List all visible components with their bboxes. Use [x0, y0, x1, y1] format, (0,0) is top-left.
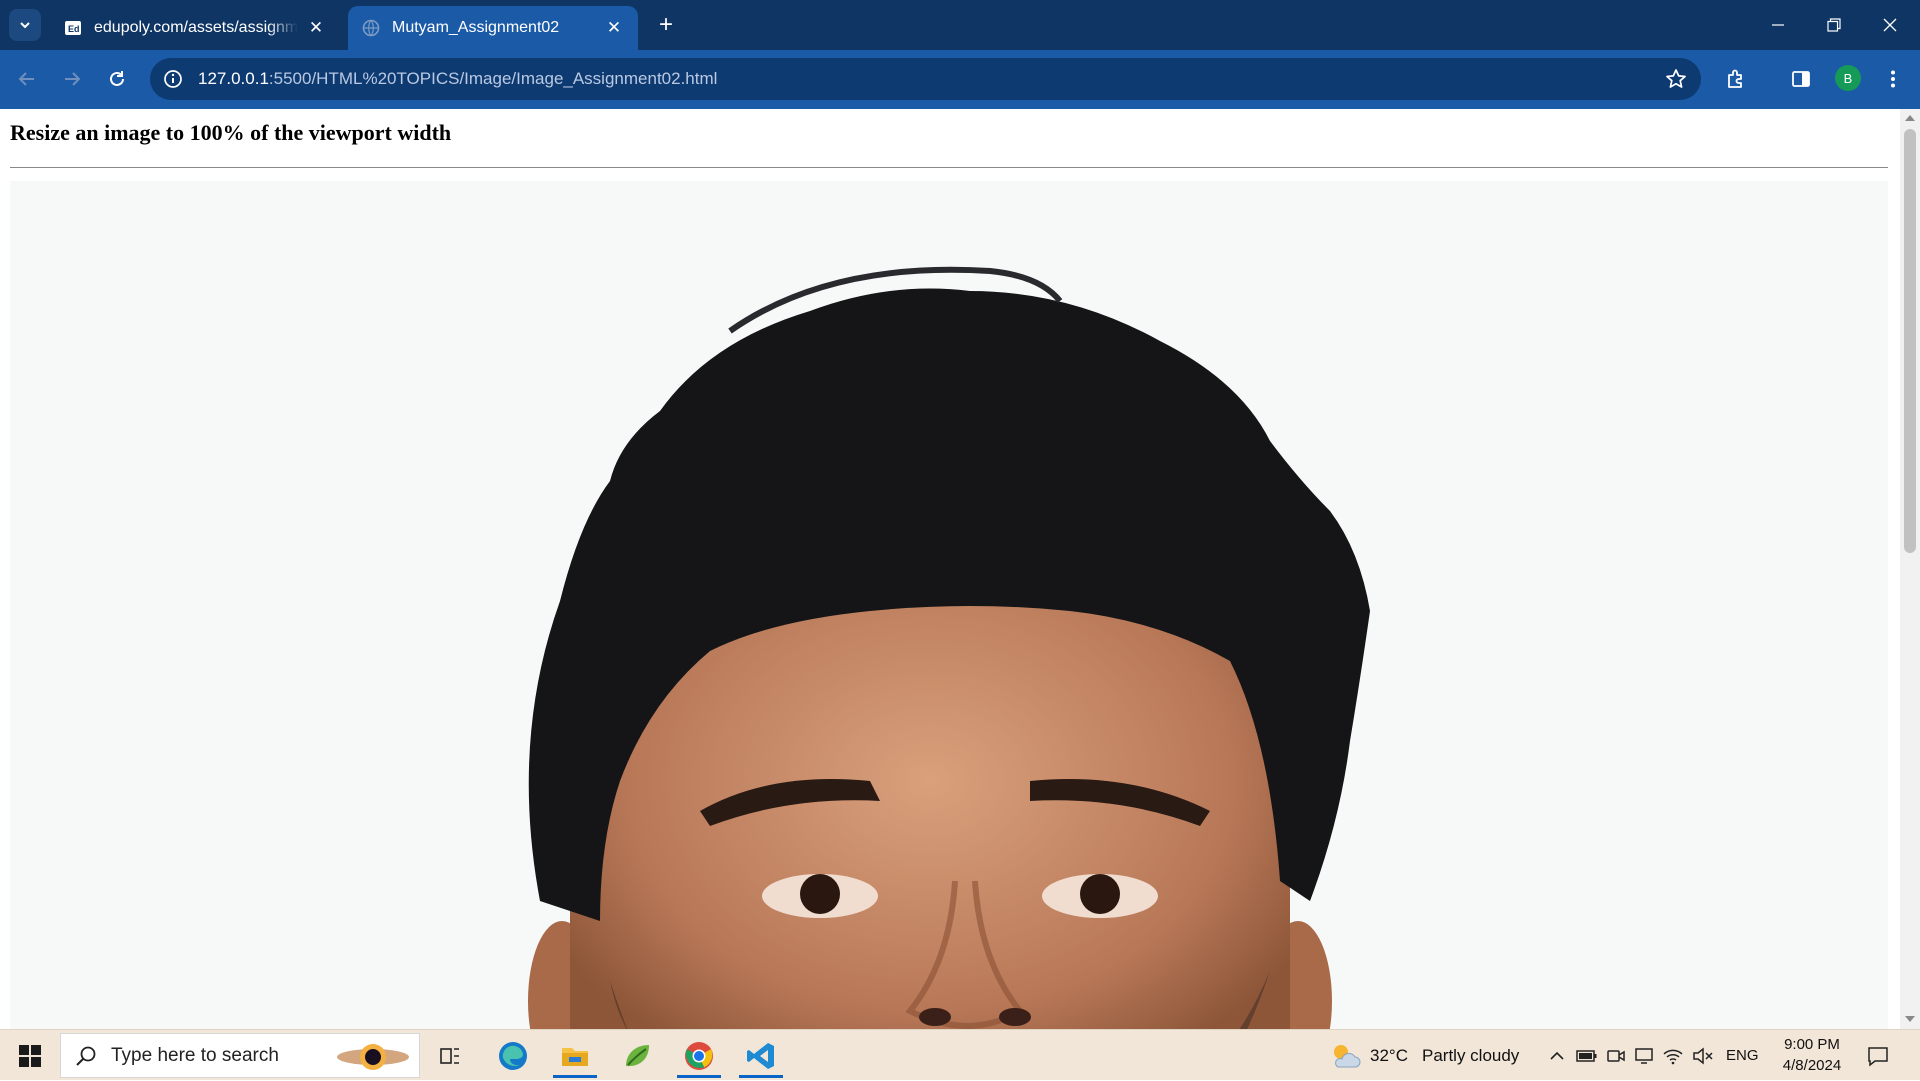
- portrait-image: [10, 181, 1888, 1029]
- search-highlight-icon: [337, 1044, 409, 1070]
- windows-taskbar: Type here to search 32°C Partly cloudy E…: [0, 1029, 1920, 1080]
- clock-date: 4/8/2024: [1782, 1057, 1842, 1074]
- side-panel-icon[interactable]: [1788, 66, 1814, 92]
- edupoly-favicon-icon: Ed: [64, 19, 82, 37]
- extensions-icon[interactable]: [1723, 66, 1749, 92]
- language-indicator[interactable]: ENG: [1726, 1047, 1759, 1064]
- scrollbar-thumb[interactable]: [1904, 129, 1916, 553]
- spring-app-button[interactable]: [612, 1033, 662, 1078]
- close-icon: [1883, 18, 1897, 32]
- task-view-button[interactable]: [425, 1033, 475, 1078]
- weather-temp: 32°C: [1370, 1045, 1408, 1065]
- tab-title: edupoly.com/assets/assignmen: [94, 19, 298, 36]
- minimize-icon: [1772, 24, 1784, 26]
- url-path: :5500/HTML%20TOPICS/Image/Image_Assignme…: [268, 69, 718, 88]
- edge-app-button[interactable]: [488, 1033, 538, 1078]
- taskbar-search-box[interactable]: Type here to search: [60, 1033, 420, 1078]
- camera-icon[interactable]: [1606, 1047, 1626, 1065]
- display-icon[interactable]: [1634, 1047, 1654, 1065]
- tab-strip: Ed edupoly.com/assets/assignmen ✕ Mutyam…: [0, 0, 1920, 50]
- chrome-icon: [685, 1041, 713, 1070]
- partly-cloudy-icon: [1334, 1044, 1361, 1067]
- weather-text: Partly cloudy: [1421, 1045, 1520, 1065]
- close-window-button[interactable]: [1862, 0, 1918, 50]
- site-info-icon[interactable]: [162, 68, 184, 90]
- chevron-up-icon[interactable]: [1548, 1047, 1566, 1065]
- bookmark-star-icon[interactable]: [1665, 68, 1687, 95]
- page-viewport: Resize an image to 100% of the viewport …: [0, 109, 1900, 1029]
- page-heading: Resize an image to 100% of the viewport …: [10, 120, 452, 145]
- active-indicator: [677, 1075, 721, 1078]
- search-icon: [76, 1046, 96, 1066]
- task-view-icon: [440, 1047, 459, 1064]
- address-bar[interactable]: 127.0.0.1:5500/HTML%20TOPICS/Image/Image…: [150, 58, 1701, 100]
- start-button[interactable]: [8, 1038, 52, 1074]
- close-tab-icon[interactable]: ✕: [306, 18, 326, 38]
- taskbar-clock[interactable]: 9:00 PM 4/8/2024: [1770, 1034, 1854, 1076]
- system-tray: ENG: [1548, 1030, 1759, 1081]
- edge-browser-icon: [499, 1041, 527, 1070]
- vertical-scrollbar[interactable]: [1900, 109, 1920, 1029]
- chrome-app-button[interactable]: [674, 1033, 724, 1078]
- weather-widget[interactable]: 32°C Partly cloudy: [1328, 1030, 1519, 1081]
- chevron-down-icon: [20, 22, 30, 29]
- vscode-app-button[interactable]: [736, 1033, 786, 1078]
- spring-leaf-icon: [626, 1044, 649, 1066]
- speaker-muted-icon[interactable]: [1692, 1046, 1714, 1065]
- notification-icon: [1868, 1046, 1888, 1067]
- url-text: 127.0.0.1:5500/HTML%20TOPICS/Image/Image…: [198, 69, 717, 89]
- scroll-down-arrow-icon[interactable]: [1905, 1016, 1915, 1022]
- vscode-icon: [747, 1042, 774, 1069]
- active-indicator: [553, 1075, 597, 1078]
- forward-button[interactable]: [57, 64, 87, 94]
- browser-toolbar: 127.0.0.1:5500/HTML%20TOPICS/Image/Image…: [0, 50, 1920, 109]
- clock-time: 9:00 PM: [1784, 1036, 1840, 1053]
- windows-logo-icon: [19, 1045, 41, 1067]
- tab-title: Mutyam_Assignment02: [392, 19, 560, 36]
- arrow-right-icon: [65, 72, 81, 86]
- globe-icon: [362, 19, 380, 37]
- tab-search-button[interactable]: [9, 9, 41, 41]
- restore-icon: [1827, 18, 1841, 32]
- notifications-button[interactable]: [1866, 1030, 1890, 1081]
- active-indicator: [739, 1075, 783, 1078]
- scroll-up-arrow-icon[interactable]: [1905, 115, 1915, 121]
- horizontal-rule: [10, 167, 1888, 168]
- reload-icon: [110, 71, 124, 86]
- url-host: 127.0.0.1: [198, 69, 269, 88]
- tab-edupoly[interactable]: Ed edupoly.com/assets/assignmen ✕: [50, 6, 340, 50]
- new-tab-button[interactable]: +: [652, 11, 680, 39]
- restore-button[interactable]: [1806, 0, 1862, 50]
- folder-icon: [562, 1047, 588, 1066]
- wifi-icon[interactable]: [1662, 1047, 1684, 1065]
- profile-avatar[interactable]: B: [1835, 65, 1861, 91]
- menu-kebab-icon[interactable]: [1880, 66, 1906, 92]
- tab-mutyam-assignment[interactable]: Mutyam_Assignment02 ✕: [348, 6, 638, 50]
- arrow-left-icon: [18, 72, 34, 86]
- battery-icon[interactable]: [1576, 1047, 1598, 1065]
- close-tab-icon[interactable]: ✕: [604, 18, 624, 38]
- search-placeholder: Type here to search: [111, 1044, 279, 1066]
- svg-text:Ed: Ed: [68, 24, 80, 34]
- reload-button[interactable]: [102, 64, 132, 94]
- back-button[interactable]: [12, 64, 42, 94]
- minimize-button[interactable]: [1750, 0, 1806, 50]
- portrait-photo-illustration: [10, 181, 1888, 1029]
- file-explorer-button[interactable]: [550, 1033, 600, 1078]
